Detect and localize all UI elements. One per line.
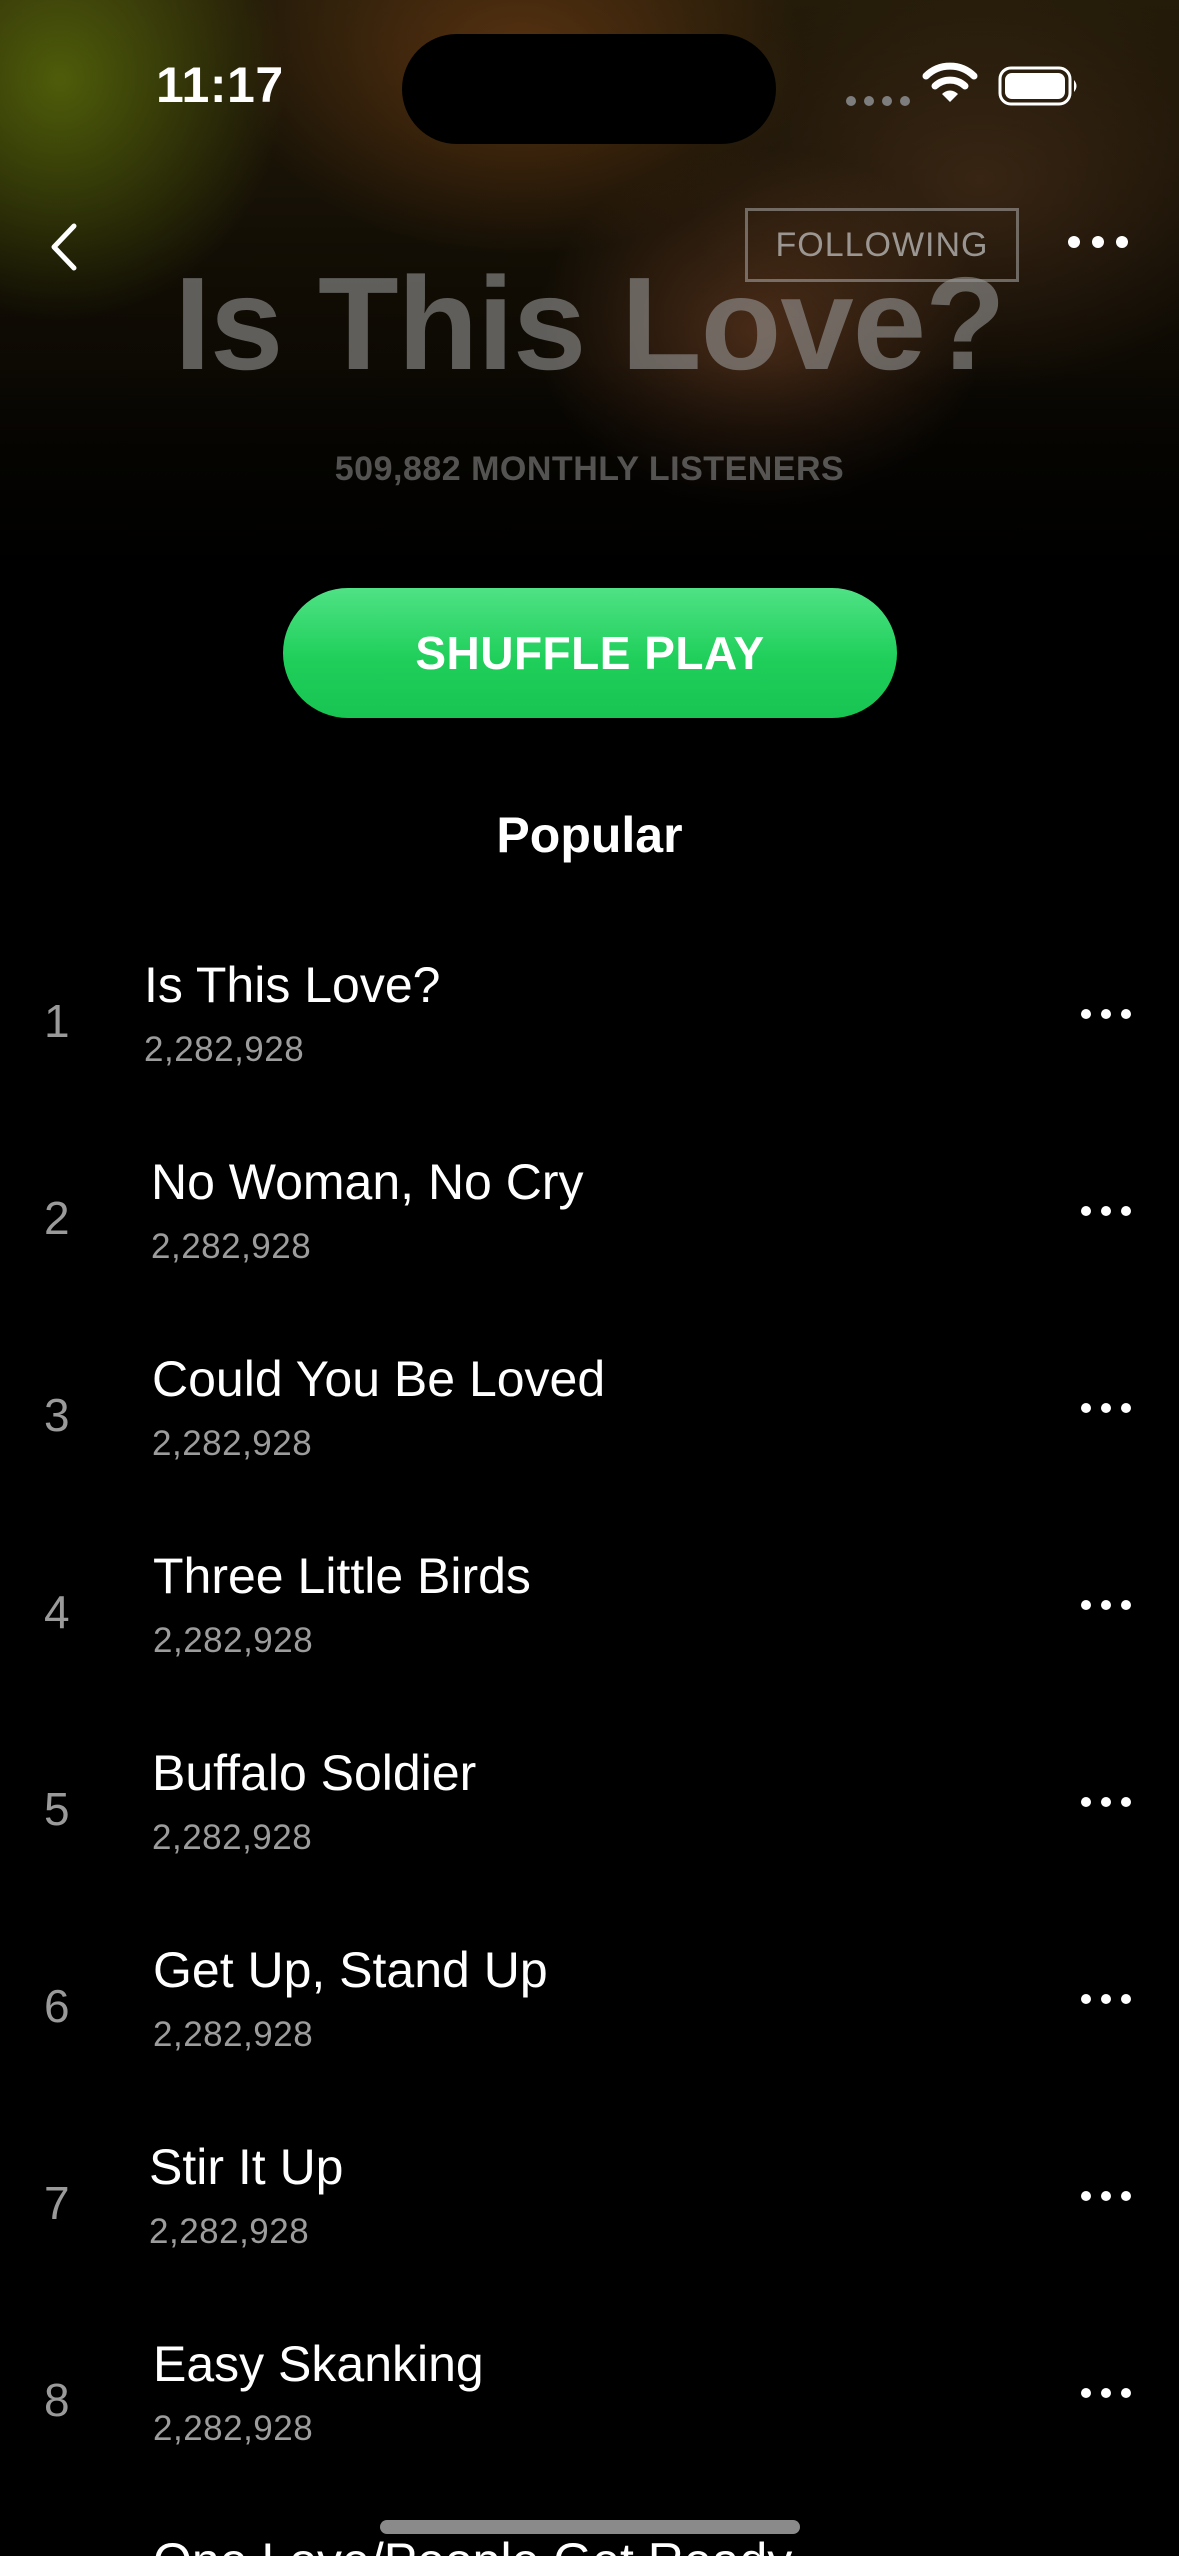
more-options-icon[interactable] [1080,2385,1132,2401]
track-number: 6 [44,1980,70,2032]
track-number: 1 [44,995,70,1047]
track-number: 8 [44,2374,70,2426]
track-row[interactable]: 2 No Woman, No Cry 2,282,928 [0,1145,1179,1342]
home-indicator [380,2520,800,2534]
more-options-icon[interactable] [1080,1203,1132,1219]
track-number: 5 [44,1783,70,1835]
track-row[interactable]: 7 Stir It Up 2,282,928 [0,2130,1179,2327]
track-play-count: 2,282,928 [151,1227,312,1266]
track-title: Get Up, Stand Up [153,1942,548,1998]
more-options-icon[interactable] [1080,1006,1132,1022]
track-row[interactable]: 5 Buffalo Soldier 2,282,928 [0,1736,1179,1933]
track-title: Could You Be Loved [152,1351,606,1407]
more-options-icon[interactable] [1080,1400,1132,1416]
cellular-signal-icon [846,96,910,106]
track-play-count: 2,282,928 [153,1621,314,1660]
track-number: 4 [44,1586,70,1638]
more-options-icon[interactable] [1080,1794,1132,1810]
track-play-count: 2,282,928 [153,2015,314,2054]
status-time: 11:17 [156,57,284,113]
track-play-count: 2,282,928 [149,2212,310,2251]
more-options-icon[interactable] [1080,2188,1132,2204]
popular-section-title: Popular [496,807,683,863]
more-options-icon[interactable] [1080,1991,1132,2007]
artist-title: Is This Love? [174,250,1006,397]
track-title: Stir It Up [149,2139,344,2195]
battery-icon [998,66,1077,106]
track-play-count: 2,282,928 [144,1030,305,1069]
track-title: No Woman, No Cry [151,1154,584,1210]
track-row[interactable]: 1 Is This Love? 2,282,928 [0,948,1179,1145]
monthly-listeners: 509,882 MONTHLY LISTENERS [334,450,845,488]
track-title: One Love/People Get Ready [153,2532,792,2556]
track-play-count: 2,282,928 [152,1818,313,1857]
track-title: Easy Skanking [153,2336,484,2392]
track-number: 7 [44,2177,70,2229]
track-row[interactable]: 3 Could You Be Loved 2,282,928 [0,1342,1179,1539]
dynamic-island [402,34,776,144]
track-number: 2 [44,1192,70,1244]
track-row[interactable]: 6 Get Up, Stand Up 2,282,928 [0,1933,1179,2130]
more-options-icon[interactable] [1080,1597,1132,1613]
track-number: 3 [44,1389,70,1441]
track-play-count: 2,282,928 [153,2409,314,2448]
track-title: Three Little Birds [153,1548,531,1604]
track-title: Buffalo Soldier [152,1745,477,1801]
track-play-count: 2,282,928 [152,1424,313,1463]
shuffle-play-button[interactable]: SHUFFLE PLAY [283,588,897,718]
track-row[interactable]: 8 Easy Skanking 2,282,928 [0,2327,1179,2524]
track-title: Is This Love? [144,957,441,1013]
wifi-icon [922,62,978,102]
track-row[interactable]: 4 Three Little Birds 2,282,928 [0,1539,1179,1736]
